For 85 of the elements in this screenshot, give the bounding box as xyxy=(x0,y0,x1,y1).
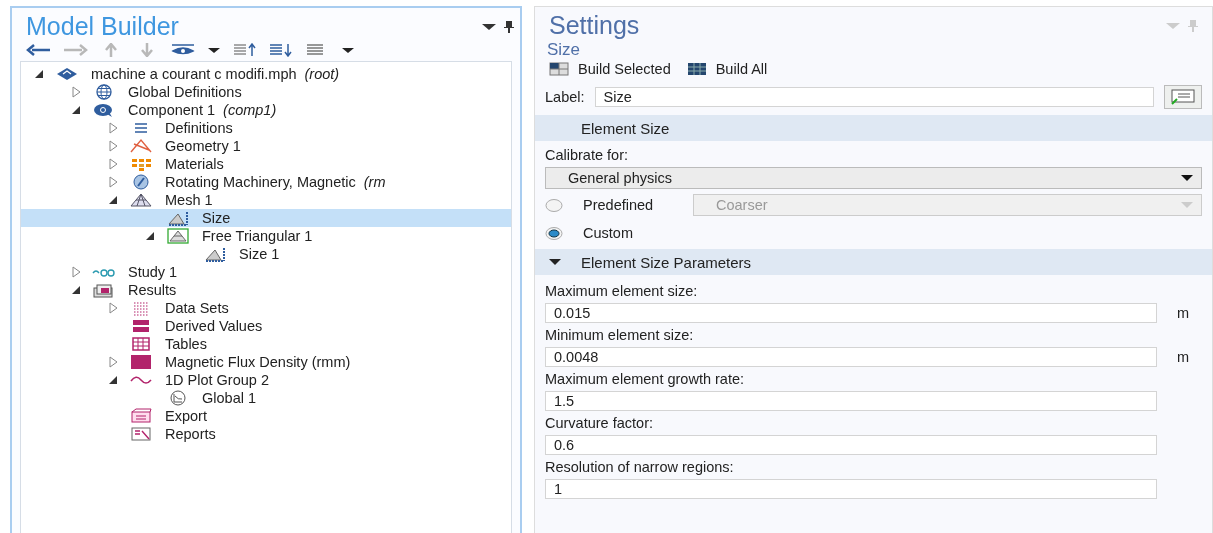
caret-icon xyxy=(1181,201,1193,209)
build-icon xyxy=(549,62,569,76)
expanded-arrow-icon[interactable] xyxy=(70,104,82,116)
tree-item[interactable]: Free Triangular 1 xyxy=(21,227,511,245)
tree-item[interactable]: Rotating Machinery, Magnetic (rm xyxy=(21,173,511,191)
tree-item[interactable]: machine a courant c modifi.mph (root) xyxy=(21,65,511,83)
back-arrow-icon[interactable] xyxy=(26,43,52,57)
size-icon xyxy=(203,246,227,262)
label-field[interactable]: Size xyxy=(594,87,1154,107)
expanded-arrow-icon[interactable] xyxy=(70,284,82,296)
tree-item[interactable]: Study 1 xyxy=(21,263,511,281)
expanded-arrow-icon[interactable] xyxy=(107,194,119,206)
node-title: Size xyxy=(546,40,582,60)
tree-item[interactable]: Global 1 xyxy=(21,389,511,407)
panel-title: Settings xyxy=(549,11,641,40)
tree-item[interactable]: Data Sets xyxy=(21,299,511,317)
collapsed-arrow-icon[interactable] xyxy=(107,158,119,170)
field-label: Curvature factor: xyxy=(545,414,654,433)
tree-item[interactable]: Derived Values xyxy=(21,317,511,335)
model-icon xyxy=(55,66,79,82)
tree-item[interactable]: Size xyxy=(21,209,511,227)
unit-label: m xyxy=(1177,305,1190,321)
tree-item[interactable]: Tables xyxy=(21,335,511,353)
build-icon xyxy=(686,62,707,76)
value-field[interactable]: 0.6 xyxy=(545,435,1157,455)
collapsed-arrow-icon[interactable] xyxy=(107,140,119,152)
eye-icon[interactable] xyxy=(170,43,196,57)
collapsed-arrow-icon[interactable] xyxy=(107,176,119,188)
unit-label: m xyxy=(1177,349,1190,365)
collapse-all-icon[interactable] xyxy=(268,43,294,57)
section-header[interactable]: Element Size xyxy=(535,115,1212,141)
collapsed-arrow-icon[interactable] xyxy=(107,302,119,314)
collapsed-arrow-icon[interactable] xyxy=(107,122,119,134)
tree-item[interactable]: Global Definitions xyxy=(21,83,511,101)
triangle-mesh-icon xyxy=(166,228,190,244)
triangle-mesh-icon xyxy=(129,192,153,208)
field-label: Calibrate for: xyxy=(545,147,629,163)
dropdown-caret-icon[interactable] xyxy=(482,22,496,31)
expand-all-icon[interactable] xyxy=(232,43,258,57)
collapsed-arrow-icon[interactable] xyxy=(70,86,82,98)
radio-button[interactable] xyxy=(545,226,563,240)
caret-icon xyxy=(1181,174,1193,182)
panel-title: Model Builder xyxy=(26,12,180,41)
value-field[interactable]: 0.015 xyxy=(545,303,1157,323)
size-icon xyxy=(166,210,190,226)
tree-item[interactable]: Reports xyxy=(21,425,511,443)
value-field[interactable]: 1 xyxy=(545,479,1157,499)
comment-button[interactable] xyxy=(1164,85,1202,109)
collapsed-arrow-icon[interactable] xyxy=(107,356,119,368)
tree-item[interactable]: Component 1 (comp1) xyxy=(21,101,511,119)
radio-label: Custom xyxy=(583,225,634,241)
table-icon xyxy=(129,336,153,352)
field-label: Resolution of narrow regions: xyxy=(545,458,735,477)
expanded-arrow-icon[interactable] xyxy=(33,68,45,80)
field-label: Maximum element growth rate: xyxy=(545,370,746,389)
value-field[interactable]: 0.0048 xyxy=(545,347,1157,367)
collapsed-arrow-icon[interactable] xyxy=(70,266,82,278)
tree-item[interactable]: Definitions xyxy=(21,119,511,137)
tree-item[interactable]: Magnetic Flux Density (rmm) xyxy=(21,353,511,371)
radio-button[interactable] xyxy=(545,198,563,212)
calibrate-dropdown[interactable]: General physics xyxy=(545,167,1202,189)
build-button[interactable]: Build Selected xyxy=(549,61,671,77)
tree-item[interactable]: Size 1 xyxy=(21,245,511,263)
expanded-arrow-icon[interactable] xyxy=(144,230,156,242)
tree-item[interactable]: Geometry 1 xyxy=(21,137,511,155)
build-button[interactable]: Build All xyxy=(686,61,768,77)
tree-item[interactable]: Mesh 1 xyxy=(21,191,511,209)
pin-icon[interactable] xyxy=(504,20,514,33)
section-header[interactable]: Element Size Parameters xyxy=(535,249,1212,275)
tree-item[interactable]: Export xyxy=(21,407,511,425)
field-label: Minimum element size: xyxy=(545,326,695,345)
export-icon xyxy=(129,408,153,424)
tree-item[interactable]: Materials xyxy=(21,155,511,173)
field-label: Maximum element size: xyxy=(545,282,699,301)
geometry-icon xyxy=(129,138,153,154)
tree-item[interactable]: 1D Plot Group 2 xyxy=(21,371,511,389)
tree-item[interactable]: Results xyxy=(21,281,511,299)
radio-label: Predefined xyxy=(583,197,655,213)
expanded-arrow-icon[interactable] xyxy=(107,374,119,386)
field-label: Label: xyxy=(545,89,585,105)
surface-plot-icon xyxy=(129,354,153,370)
results-icon xyxy=(92,282,116,298)
value-field[interactable]: 1.5 xyxy=(545,391,1157,411)
report-icon xyxy=(129,426,153,442)
materials-icon xyxy=(129,156,153,172)
